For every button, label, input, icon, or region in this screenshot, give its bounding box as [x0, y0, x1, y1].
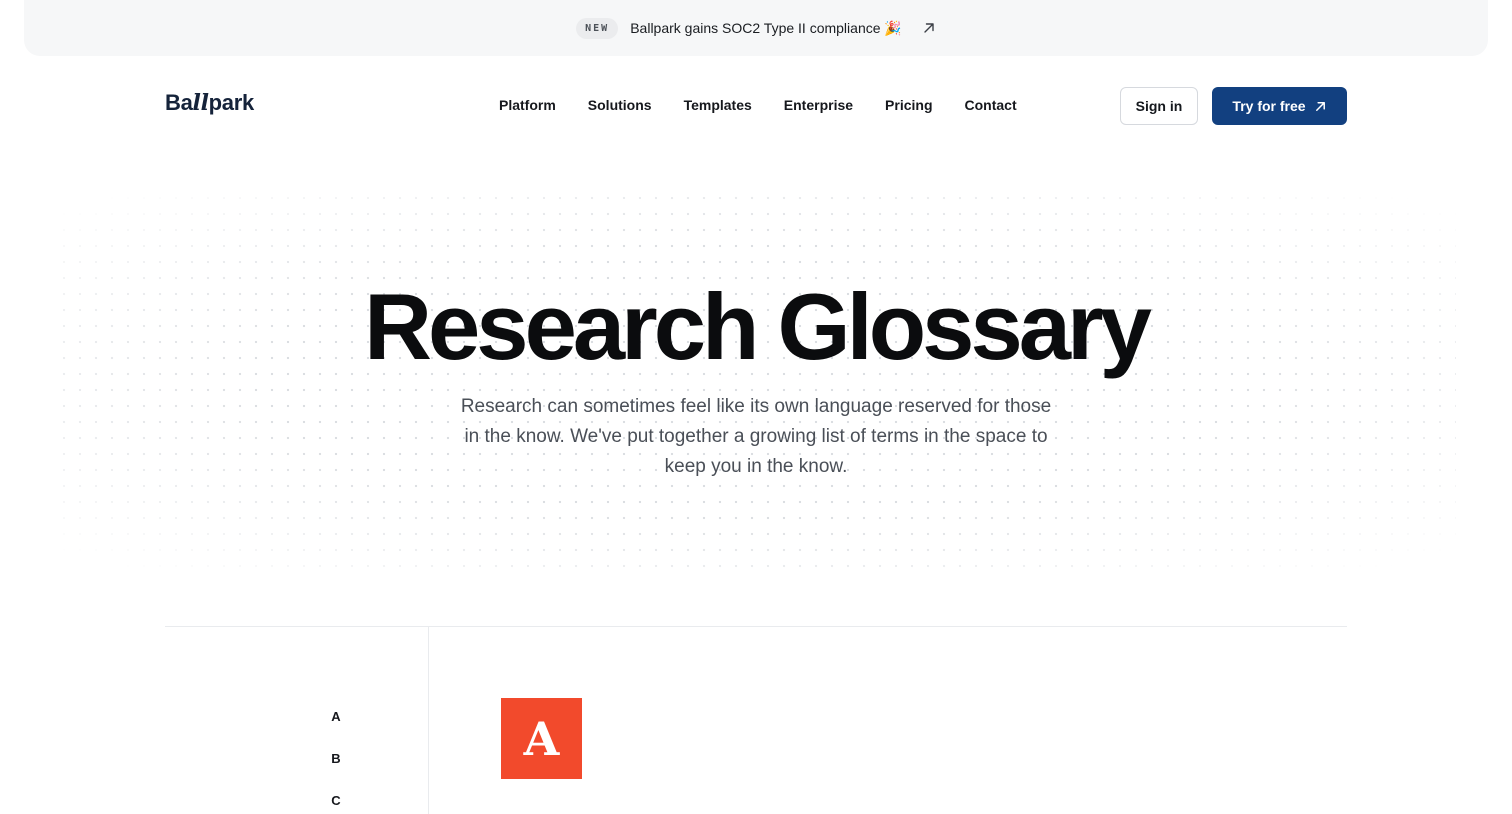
nav-templates[interactable]: Templates [684, 97, 752, 113]
nav-solutions[interactable]: Solutions [588, 97, 652, 113]
ballpark-logo[interactable]: Ballpark [165, 90, 254, 116]
page-title: Research Glossary [364, 274, 1152, 379]
page-subtitle: Research can sometimes feel like its own… [460, 396, 1052, 477]
section-divider [165, 626, 1347, 627]
nav-pricing[interactable]: Pricing [885, 97, 932, 113]
sidebar-divider [428, 627, 429, 814]
letter-index: A B C [320, 708, 352, 810]
letter-heading-tile: A [501, 698, 582, 779]
try-for-free-label: Try for free [1232, 98, 1306, 114]
letter-link-a[interactable]: A [320, 708, 352, 726]
try-for-free-button[interactable]: Try for free [1212, 87, 1347, 125]
announcement-bar[interactable]: NEW Ballpark gains SOC2 Type II complian… [24, 0, 1488, 56]
letter-link-b[interactable]: B [320, 750, 352, 768]
arrow-up-right-icon[interactable] [922, 21, 936, 35]
letter-link-c[interactable]: C [320, 792, 352, 810]
main-nav: Platform Solutions Templates Enterprise … [499, 97, 1017, 113]
nav-enterprise[interactable]: Enterprise [784, 97, 853, 113]
new-badge: NEW [576, 17, 619, 39]
announcement-text[interactable]: Ballpark gains SOC2 Type II compliance 🎉 [630, 20, 902, 37]
nav-contact[interactable]: Contact [965, 97, 1017, 113]
sign-in-button[interactable]: Sign in [1120, 87, 1198, 125]
arrow-up-right-icon [1315, 101, 1325, 111]
nav-platform[interactable]: Platform [499, 97, 556, 113]
